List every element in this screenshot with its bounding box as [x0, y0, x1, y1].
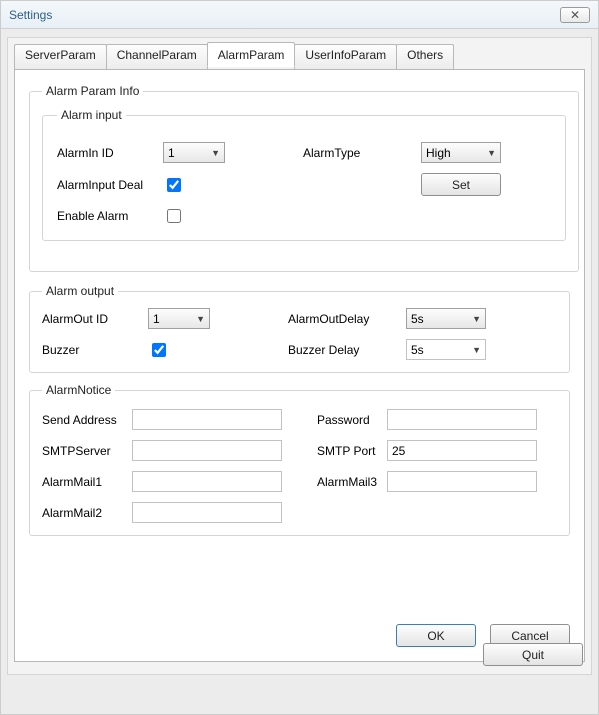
chevron-down-icon: ▼ — [211, 148, 220, 158]
smtp-port-input[interactable] — [387, 440, 537, 461]
send-address-input[interactable] — [132, 409, 282, 430]
tab-others[interactable]: Others — [396, 44, 454, 69]
tab-strip: ServerParam ChannelParam AlarmParam User… — [14, 44, 591, 69]
alarmmail1-input[interactable] — [132, 471, 282, 492]
alarm-type-select[interactable]: High ▼ — [421, 142, 501, 163]
alarmout-delay-label: AlarmOutDelay — [278, 312, 406, 326]
close-icon: ✕ — [570, 8, 580, 22]
alarm-input-legend: Alarm input — [57, 108, 126, 122]
quit-row: Quit — [483, 643, 583, 666]
alarm-notice-group: AlarmNotice Send Address Password SMTPSe… — [29, 383, 570, 536]
buzzer-delay-select[interactable]: 5s ▼ — [406, 339, 486, 360]
smtpserver-label: SMTPServer — [42, 444, 132, 458]
window-title: Settings — [9, 8, 52, 22]
alarmin-id-label: AlarmIn ID — [57, 146, 163, 160]
alarm-output-group: Alarm output AlarmOut ID 1 ▼ AlarmOutDel… — [29, 284, 570, 373]
alarmin-id-select[interactable]: 1 ▼ — [163, 142, 225, 163]
buzzer-label: Buzzer — [42, 343, 148, 357]
buzzer-delay-value: 5s — [411, 343, 424, 357]
enable-alarm-label: Enable Alarm — [57, 209, 163, 223]
alarmout-delay-select[interactable]: 5s ▼ — [406, 308, 486, 329]
alarm-param-info-legend: Alarm Param Info — [42, 84, 143, 98]
tab-serverparam[interactable]: ServerParam — [14, 44, 107, 69]
chevron-down-icon: ▼ — [487, 148, 496, 158]
alarm-output-legend: Alarm output — [42, 284, 118, 298]
tab-channelparam[interactable]: ChannelParam — [106, 44, 208, 69]
ok-button[interactable]: OK — [396, 624, 476, 647]
chevron-down-icon: ▼ — [472, 345, 481, 355]
alarmout-id-value: 1 — [153, 312, 160, 326]
alarminput-deal-label: AlarmInput Deal — [57, 178, 163, 192]
send-address-label: Send Address — [42, 413, 132, 427]
tab-body: Alarm Param Info Alarm input AlarmIn ID … — [14, 69, 585, 662]
window-close-button[interactable]: ✕ — [560, 7, 590, 23]
alarmmail2-label: AlarmMail2 — [42, 506, 132, 520]
smtpserver-input[interactable] — [132, 440, 282, 461]
alarm-param-info-group: Alarm Param Info Alarm input AlarmIn ID … — [29, 84, 579, 272]
buzzer-checkbox[interactable] — [152, 343, 166, 357]
alarmout-delay-value: 5s — [411, 312, 424, 326]
quit-button[interactable]: Quit — [483, 643, 583, 666]
tab-alarmparam[interactable]: AlarmParam — [207, 42, 296, 67]
password-input[interactable] — [387, 409, 537, 430]
titlebar: Settings ✕ — [1, 1, 598, 29]
smtp-port-label: SMTP Port — [297, 444, 387, 458]
alarminput-deal-checkbox[interactable] — [167, 178, 181, 192]
content-area: ServerParam ChannelParam AlarmParam User… — [1, 29, 598, 681]
alarm-type-label: AlarmType — [293, 146, 421, 160]
alarmout-id-label: AlarmOut ID — [42, 312, 148, 326]
alarmout-id-select[interactable]: 1 ▼ — [148, 308, 210, 329]
set-button[interactable]: Set — [421, 173, 501, 196]
alarmmail2-input[interactable] — [132, 502, 282, 523]
main-panel: ServerParam ChannelParam AlarmParam User… — [7, 37, 592, 675]
buzzer-delay-label: Buzzer Delay — [278, 343, 406, 357]
password-label: Password — [297, 413, 387, 427]
alarmin-id-value: 1 — [168, 146, 175, 160]
tab-userinfoparam[interactable]: UserInfoParam — [294, 44, 397, 69]
alarm-input-group: Alarm input AlarmIn ID 1 ▼ AlarmType — [42, 108, 566, 241]
enable-alarm-checkbox[interactable] — [167, 209, 181, 223]
chevron-down-icon: ▼ — [472, 314, 481, 324]
alarmmail1-label: AlarmMail1 — [42, 475, 132, 489]
alarmmail3-input[interactable] — [387, 471, 537, 492]
alarmmail3-label: AlarmMail3 — [297, 475, 387, 489]
alarm-type-value: High — [426, 146, 451, 160]
alarm-notice-legend: AlarmNotice — [42, 383, 115, 397]
chevron-down-icon: ▼ — [196, 314, 205, 324]
